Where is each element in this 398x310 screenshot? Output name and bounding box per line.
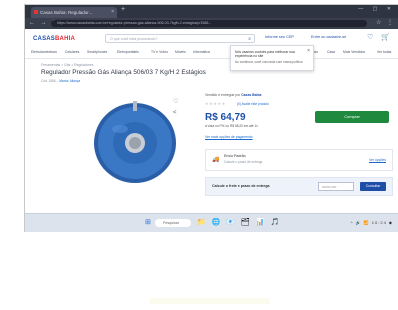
product-title: Regulador Pressão Gás Aliança 506/03 7 K… <box>41 69 206 76</box>
shipping-subtitle: Calcule o prazo de entrega <box>224 160 263 164</box>
cookie-popup: Nós usamos cookies para melhorar sua exp… <box>230 45 314 71</box>
browser-tab-bar: Casas Bahia: Regulador... × + — ▢ ✕ <box>25 5 398 18</box>
search-icon[interactable]: ⌕ <box>248 35 251 44</box>
close-icon[interactable]: × <box>307 48 310 54</box>
search-input[interactable]: O que você está procurando? ⌕ <box>105 34 255 43</box>
category-item[interactable]: Eletrodomésticos <box>31 50 57 54</box>
url-field[interactable]: https://www.casasbahia.com.br/regulador-… <box>51 20 367 27</box>
category-item[interactable]: Ver todas <box>377 50 391 54</box>
buy-button[interactable]: Comprar <box>315 111 389 123</box>
brand-link[interactable]: Marca: Aliança <box>59 79 80 83</box>
category-item[interactable]: Casa <box>327 50 335 54</box>
shipping-options-link[interactable]: Ver opções <box>369 158 386 162</box>
freight-calculator: Calcule o frete e prazo de entrega 00000… <box>205 177 393 196</box>
pix-text: à vista no PIX ou R$ 68,20 em até 1x <box>205 124 258 128</box>
consult-button[interactable]: Consultar <box>360 182 386 191</box>
favorite-icon[interactable]: ♡ <box>173 97 178 108</box>
category-item[interactable]: Informática <box>193 50 210 54</box>
category-item[interactable]: Smartphones <box>87 50 107 54</box>
product-code: Cód. 1586... <box>41 79 60 83</box>
seller-name[interactable]: Casas Bahia <box>241 93 261 97</box>
product-meta: Cód. 1586... Marca: Aliança <box>41 79 80 83</box>
image-actions: ♡ < <box>173 97 178 119</box>
site-header: CASASBAHIA O que você está procurando? ⌕… <box>25 29 398 49</box>
truck-icon: 🚚 <box>212 157 220 163</box>
rating-stars[interactable]: ★★★★★ <box>205 101 226 106</box>
cep-link[interactable]: Informe seu CEP <box>265 35 294 39</box>
tab-close-icon[interactable]: × <box>111 7 114 18</box>
taskbar: ⊞ Pesquisar 📁 🌐 📧 🗂 📊 🎵 ^ 🔊 📶 10:24 ◆ <box>25 213 398 232</box>
category-item[interactable]: Móveis <box>175 50 186 54</box>
taskbar-apps[interactable]: 📁 🌐 📧 🗂 📊 🎵 <box>197 218 281 226</box>
site-logo[interactable]: CASASBAHIA <box>33 36 75 42</box>
popup-text: Nós usamos cookies para melhorar sua exp… <box>235 50 295 59</box>
share-icon[interactable]: < <box>173 108 178 119</box>
tab-title: Casas Bahia: Regulador... <box>40 10 93 15</box>
system-tray[interactable]: ^ 🔊 📶 10:24 ◆ <box>351 220 393 225</box>
category-nav: Eletrodomésticos Celulares Smartphones E… <box>25 49 398 59</box>
background-strip <box>150 298 270 304</box>
seller-prefix: Vendido e entregue por <box>205 93 241 97</box>
product-image[interactable] <box>92 99 178 185</box>
product-price: R$ 64,79 <box>205 112 246 123</box>
browser-tab[interactable]: Casas Bahia: Regulador... × <box>31 7 117 18</box>
popup-subtext: Ao continuar, você concorda com nossa po… <box>235 60 303 64</box>
screen: Casas Bahia: Regulador... × + — ▢ ✕ ← → … <box>24 4 398 232</box>
category-item[interactable]: Celulares <box>65 50 79 54</box>
shipping-box: 🚚 Envio Padrão Calcule o prazo de entreg… <box>205 149 393 171</box>
category-item[interactable]: TV e Vídeo <box>151 50 168 54</box>
account-link[interactable]: Entre ou cadastre-se <box>311 35 346 39</box>
favicon-icon <box>34 10 38 14</box>
logo-text-1: CASAS <box>33 36 56 42</box>
category-item[interactable]: Mais Vendidos <box>343 50 365 54</box>
category-item[interactable]: Eletroportáteis <box>117 50 139 54</box>
logo-text-2: BAHIA <box>55 36 76 42</box>
seller-info: Vendido e entregue por Casas Bahia <box>205 93 261 97</box>
taskbar-search[interactable]: Pesquisar <box>155 219 191 227</box>
shipping-title: Envio Padrão <box>224 154 246 158</box>
freight-label: Calcule o frete e prazo de entrega <box>212 184 270 188</box>
new-tab-button[interactable]: + <box>121 6 125 13</box>
address-bar: ← → ↻ https://www.casasbahia.com.br/regu… <box>25 18 398 29</box>
window-controls[interactable]: — ▢ ✕ <box>358 6 395 12</box>
toolbar-icons[interactable]: ☆ ⋮ <box>376 19 395 26</box>
cep-input[interactable]: 00000-000 <box>318 182 354 191</box>
payment-options-link[interactable]: Ver mais opções de pagamento <box>205 135 253 139</box>
breadcrumb[interactable]: Ferramentas > Gás > Reguladores <box>41 63 93 67</box>
start-icon[interactable]: ⊞ <box>145 218 151 226</box>
rating-link[interactable]: (0) Avalie este produto <box>237 102 269 106</box>
header-icons[interactable]: ♡ 🛒 <box>367 33 393 41</box>
search-placeholder: O que você está procurando? <box>110 37 158 41</box>
